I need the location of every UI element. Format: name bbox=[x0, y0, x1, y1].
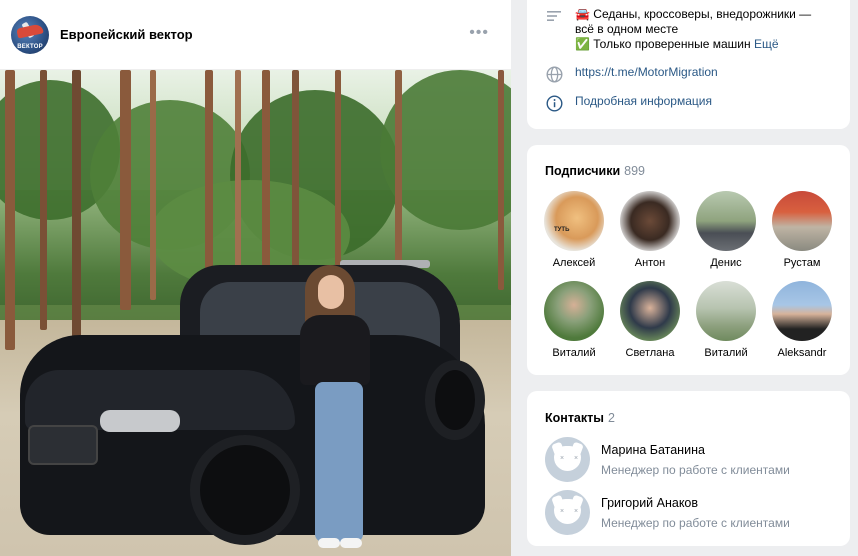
subscriber-item[interactable]: Денис bbox=[689, 191, 763, 269]
landscape-avatar bbox=[696, 281, 756, 341]
contact-name[interactable]: Григорий Анаков bbox=[601, 496, 790, 510]
website-link[interactable]: https://t.me/MotorMigration bbox=[575, 65, 718, 79]
details-row: Подробная информация bbox=[545, 94, 712, 112]
link-row: https://t.me/MotorMigration bbox=[545, 65, 718, 83]
contact-name[interactable]: Марина Батанина bbox=[601, 443, 790, 457]
avatar-text: ВЕКТОР bbox=[17, 43, 43, 50]
contact-item[interactable]: × × Григорий Анаков Менеджер по работе с… bbox=[545, 490, 790, 535]
plane-icon bbox=[16, 22, 44, 39]
avatar-caption: ТУТЬ bbox=[554, 227, 570, 233]
tree-trunk bbox=[235, 70, 241, 290]
contacts-card: Контакты 2 × × Марина Батанина Менеджер п… bbox=[527, 391, 850, 546]
contacts-count: 2 bbox=[607, 411, 615, 425]
man-avatar bbox=[620, 191, 680, 251]
contacts-label: Контакты bbox=[545, 411, 604, 425]
tree-trunk bbox=[292, 70, 299, 280]
man-avatar bbox=[696, 191, 756, 251]
contact-role: Менеджер по работе с клиентами bbox=[601, 515, 790, 530]
info-icon bbox=[545, 94, 563, 112]
group-avatar[interactable]: ВЕКТОР bbox=[11, 15, 49, 54]
default-avatar-icon: × × bbox=[545, 437, 590, 482]
subscriber-item[interactable]: Антон bbox=[613, 191, 687, 269]
text-lines-icon bbox=[545, 7, 563, 25]
avatar-eyes: × × bbox=[560, 455, 583, 462]
description-row: 🚘 Седаны, кроссоверы, внедорожники — всё… bbox=[545, 7, 825, 52]
man-avatar bbox=[772, 281, 832, 341]
subscriber-name: Виталий bbox=[552, 347, 596, 359]
tree-trunk bbox=[498, 70, 504, 290]
cat-avatar: ТУТЬ bbox=[544, 191, 604, 251]
person-jeans bbox=[315, 382, 363, 542]
car-wheel-front bbox=[190, 435, 300, 545]
tree-trunk bbox=[40, 70, 47, 330]
post-card: ВЕКТОР Европейский вектор ••• bbox=[0, 0, 511, 556]
group-description: 🚘 Седаны, кроссоверы, внедорожники — всё… bbox=[575, 7, 825, 52]
tree-trunk bbox=[5, 70, 15, 350]
car-headlight bbox=[100, 410, 180, 432]
contact-item[interactable]: × × Марина Батанина Менеджер по работе с… bbox=[545, 437, 790, 482]
contact-role: Менеджер по работе с клиентами bbox=[601, 462, 790, 477]
subscriber-item[interactable]: Рустам bbox=[765, 191, 839, 269]
subscribers-card: Подписчики 899 ТУТЬ Алексей Антон Денис Р… bbox=[527, 145, 850, 375]
description-line: 🚘 Седаны, кроссоверы, внедорожники — bbox=[575, 7, 812, 21]
description-line-3: ✅ Только проверенные машин bbox=[575, 37, 751, 51]
subscribers-title[interactable]: Подписчики 899 bbox=[545, 164, 645, 178]
subscriber-item[interactable]: Виталий bbox=[537, 281, 611, 359]
details-link[interactable]: Подробная информация bbox=[575, 94, 712, 108]
contacts-title[interactable]: Контакты 2 bbox=[545, 411, 615, 425]
tree-trunk bbox=[150, 70, 156, 300]
description-line: ✅ Только проверенные машин Ещё bbox=[575, 37, 825, 52]
subscriber-name: Виталий bbox=[704, 347, 748, 359]
woman-avatar bbox=[620, 281, 680, 341]
contact-text: Григорий Анаков Менеджер по работе с кли… bbox=[601, 496, 790, 530]
car-grille bbox=[28, 425, 98, 465]
subscriber-item[interactable]: ТУТЬ Алексей bbox=[537, 191, 611, 269]
subscriber-name: Светлана bbox=[625, 347, 675, 359]
more-link[interactable]: Ещё bbox=[754, 37, 779, 51]
subscriber-name: Денис bbox=[710, 257, 742, 269]
person-shoe bbox=[340, 538, 362, 548]
person-shoe bbox=[318, 538, 340, 548]
tree-trunk bbox=[395, 70, 402, 270]
subscriber-name: Антон bbox=[634, 257, 666, 269]
more-options-icon[interactable]: ••• bbox=[469, 25, 489, 41]
avatar-eyes: × × bbox=[560, 508, 583, 515]
person-face bbox=[318, 275, 344, 309]
default-avatar-icon: × × bbox=[545, 490, 590, 535]
description-line: всё в одном месте bbox=[575, 22, 679, 36]
subscriber-name: Aleksandr bbox=[777, 347, 827, 359]
man-avatar bbox=[544, 281, 604, 341]
car-wheel-rear bbox=[425, 360, 485, 440]
post-photo[interactable] bbox=[0, 70, 511, 556]
subscribers-count: 899 bbox=[624, 164, 645, 178]
person-shirt bbox=[300, 315, 370, 385]
tree-trunk bbox=[72, 70, 81, 340]
info-card: 🚘 Седаны, кроссоверы, внедорожники — всё… bbox=[527, 0, 850, 129]
post-header: ВЕКТОР Европейский вектор ••• bbox=[0, 0, 511, 70]
tree-trunk bbox=[262, 70, 270, 280]
group-name[interactable]: Европейский вектор bbox=[60, 27, 193, 42]
subscriber-item[interactable]: Светлана bbox=[613, 281, 687, 359]
globe-icon bbox=[545, 65, 563, 83]
bike-avatar bbox=[772, 191, 832, 251]
tree-trunk bbox=[335, 70, 341, 270]
subscribers-label: Подписчики bbox=[545, 164, 621, 178]
subscriber-item[interactable]: Виталий bbox=[689, 281, 763, 359]
contact-text: Марина Батанина Менеджер по работе с кли… bbox=[601, 443, 790, 477]
subscriber-item[interactable]: Aleksandr bbox=[765, 281, 839, 359]
tree-trunk bbox=[120, 70, 131, 310]
subscriber-name: Рустам bbox=[783, 257, 821, 269]
subscriber-name: Алексей bbox=[552, 257, 596, 269]
